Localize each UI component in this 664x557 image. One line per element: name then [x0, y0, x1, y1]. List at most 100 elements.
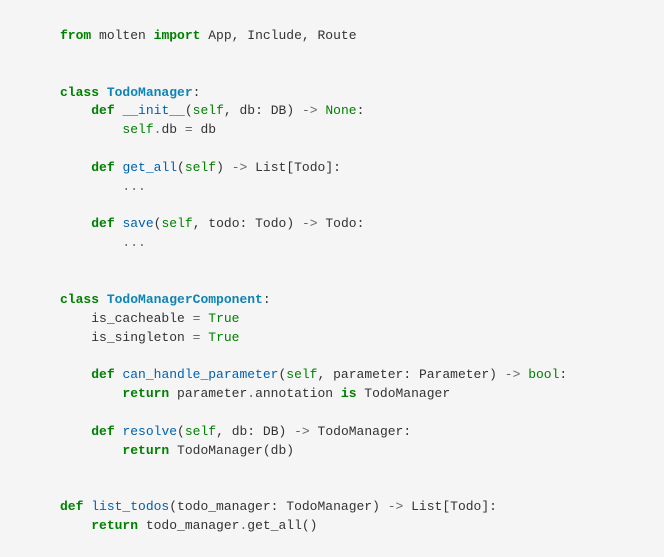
code-token-punct: :	[403, 424, 411, 439]
code-token-punct: ,	[216, 424, 232, 439]
code-token-punct: ]:	[325, 160, 341, 175]
code-token-punct: :	[403, 367, 419, 382]
code-token-name: parameter	[169, 386, 247, 401]
code-token-func: get_all	[122, 160, 177, 175]
code-token-punct: ]:	[481, 499, 497, 514]
code-token-kw: def	[91, 103, 114, 118]
code-token-builtin: self	[185, 160, 216, 175]
code-token-punct: :	[193, 85, 201, 100]
code-token-punct: ,	[193, 216, 209, 231]
code-token-op: ->	[232, 160, 248, 175]
code-token-name: annotation	[255, 386, 341, 401]
code-token-builtin: self	[185, 424, 216, 439]
code-token-builtin: bool	[528, 367, 559, 382]
code-token-punct: )	[286, 216, 302, 231]
code-token-kw: class	[60, 85, 99, 100]
code-token-name: TodoManager	[169, 443, 263, 458]
code-token-name: DB	[263, 424, 279, 439]
code-token-punct: [	[286, 160, 294, 175]
code-token-punct: (	[177, 160, 185, 175]
code-token-name: Parameter	[419, 367, 489, 382]
code-token-name	[99, 85, 107, 100]
code-token-name: Todo	[294, 160, 325, 175]
code-token-name: get_all	[247, 518, 302, 533]
code-token-op: ...	[122, 235, 145, 250]
code-token-punct: :	[271, 499, 287, 514]
code-token-name: List	[403, 499, 442, 514]
code-token-punct: )	[279, 424, 295, 439]
code-token-builtin: self	[193, 103, 224, 118]
code-token-name: Todo	[318, 216, 357, 231]
code-token-punct: (	[263, 443, 271, 458]
code-token-func: list_todos	[91, 499, 169, 514]
code-token-func: resolve	[122, 424, 177, 439]
code-token-op: ->	[294, 424, 310, 439]
code-token-name: Todo	[255, 216, 286, 231]
code-token-kw: import	[154, 28, 201, 43]
code-token-punct: )	[216, 160, 232, 175]
code-token-kw: return	[91, 518, 138, 533]
code-token-builtin: self	[161, 216, 192, 231]
code-token-name: todo_manager	[177, 499, 271, 514]
code-token-punct: ,	[224, 103, 240, 118]
code-token-kw: from	[60, 28, 91, 43]
code-token-name: Todo	[450, 499, 481, 514]
code-token-name: TodoManager	[310, 424, 404, 439]
code-token-punct: :	[247, 424, 263, 439]
code-token-punct: ,	[302, 28, 318, 43]
code-token-kw: def	[91, 160, 114, 175]
code-token-kw: def	[91, 424, 114, 439]
code-token-op: =	[185, 122, 193, 137]
code-token-kw: return	[122, 386, 169, 401]
code-token-punct: :	[357, 103, 365, 118]
code-token-builtin: True	[208, 330, 239, 345]
code-token-punct: [	[442, 499, 450, 514]
code-token-builtin: None	[325, 103, 356, 118]
code-token-name: db	[271, 443, 287, 458]
code-token-punct: )	[286, 443, 294, 458]
code-token-kw: is	[341, 386, 357, 401]
code-token-nameclass: TodoManager	[107, 85, 193, 100]
code-token-punct: (	[185, 103, 193, 118]
code-token-name: db	[232, 424, 248, 439]
code-token-name: App	[200, 28, 231, 43]
code-token-builtin: self	[122, 122, 153, 137]
code-token-punct: :	[357, 216, 365, 231]
code-token-name: parameter	[333, 367, 403, 382]
code-token-builtin: self	[286, 367, 317, 382]
code-token-punct: :	[559, 367, 567, 382]
code-block: from molten import App, Include, Route c…	[0, 13, 664, 557]
code-token-punct: ,	[318, 367, 334, 382]
code-token-kw: return	[122, 443, 169, 458]
code-token-punct: )	[372, 499, 388, 514]
code-token-punct: :	[240, 216, 256, 231]
code-token-name: db	[240, 103, 256, 118]
code-token-punct: :	[255, 103, 271, 118]
code-token-name	[99, 292, 107, 307]
code-token-punct: (	[177, 424, 185, 439]
code-token-op: ->	[505, 367, 521, 382]
code-token-punct: :	[263, 292, 271, 307]
code-token-name: todo_manager	[138, 518, 239, 533]
code-token-op: ->	[302, 216, 318, 231]
code-token-punct: )	[286, 103, 302, 118]
code-token-name: db	[161, 122, 184, 137]
code-token-kw: def	[91, 216, 114, 231]
code-token-punct: )	[489, 367, 505, 382]
code-token-op: ->	[388, 499, 404, 514]
code-token-name: TodoManager	[357, 386, 451, 401]
code-token-name: molten	[91, 28, 153, 43]
code-token-name: DB	[271, 103, 287, 118]
code-token-kw: def	[91, 367, 114, 382]
code-token-func: save	[122, 216, 153, 231]
code-token-op: .	[247, 386, 255, 401]
code-token-kw: def	[60, 499, 83, 514]
code-token-punct: ()	[302, 518, 318, 533]
code-token-name: is_cacheable	[91, 311, 192, 326]
code-token-kw: class	[60, 292, 99, 307]
code-token-name: List	[247, 160, 286, 175]
code-token-builtin: True	[208, 311, 239, 326]
code-token-nameclass: TodoManagerComponent	[107, 292, 263, 307]
code-token-op: ...	[122, 179, 145, 194]
code-token-op: ->	[302, 103, 318, 118]
